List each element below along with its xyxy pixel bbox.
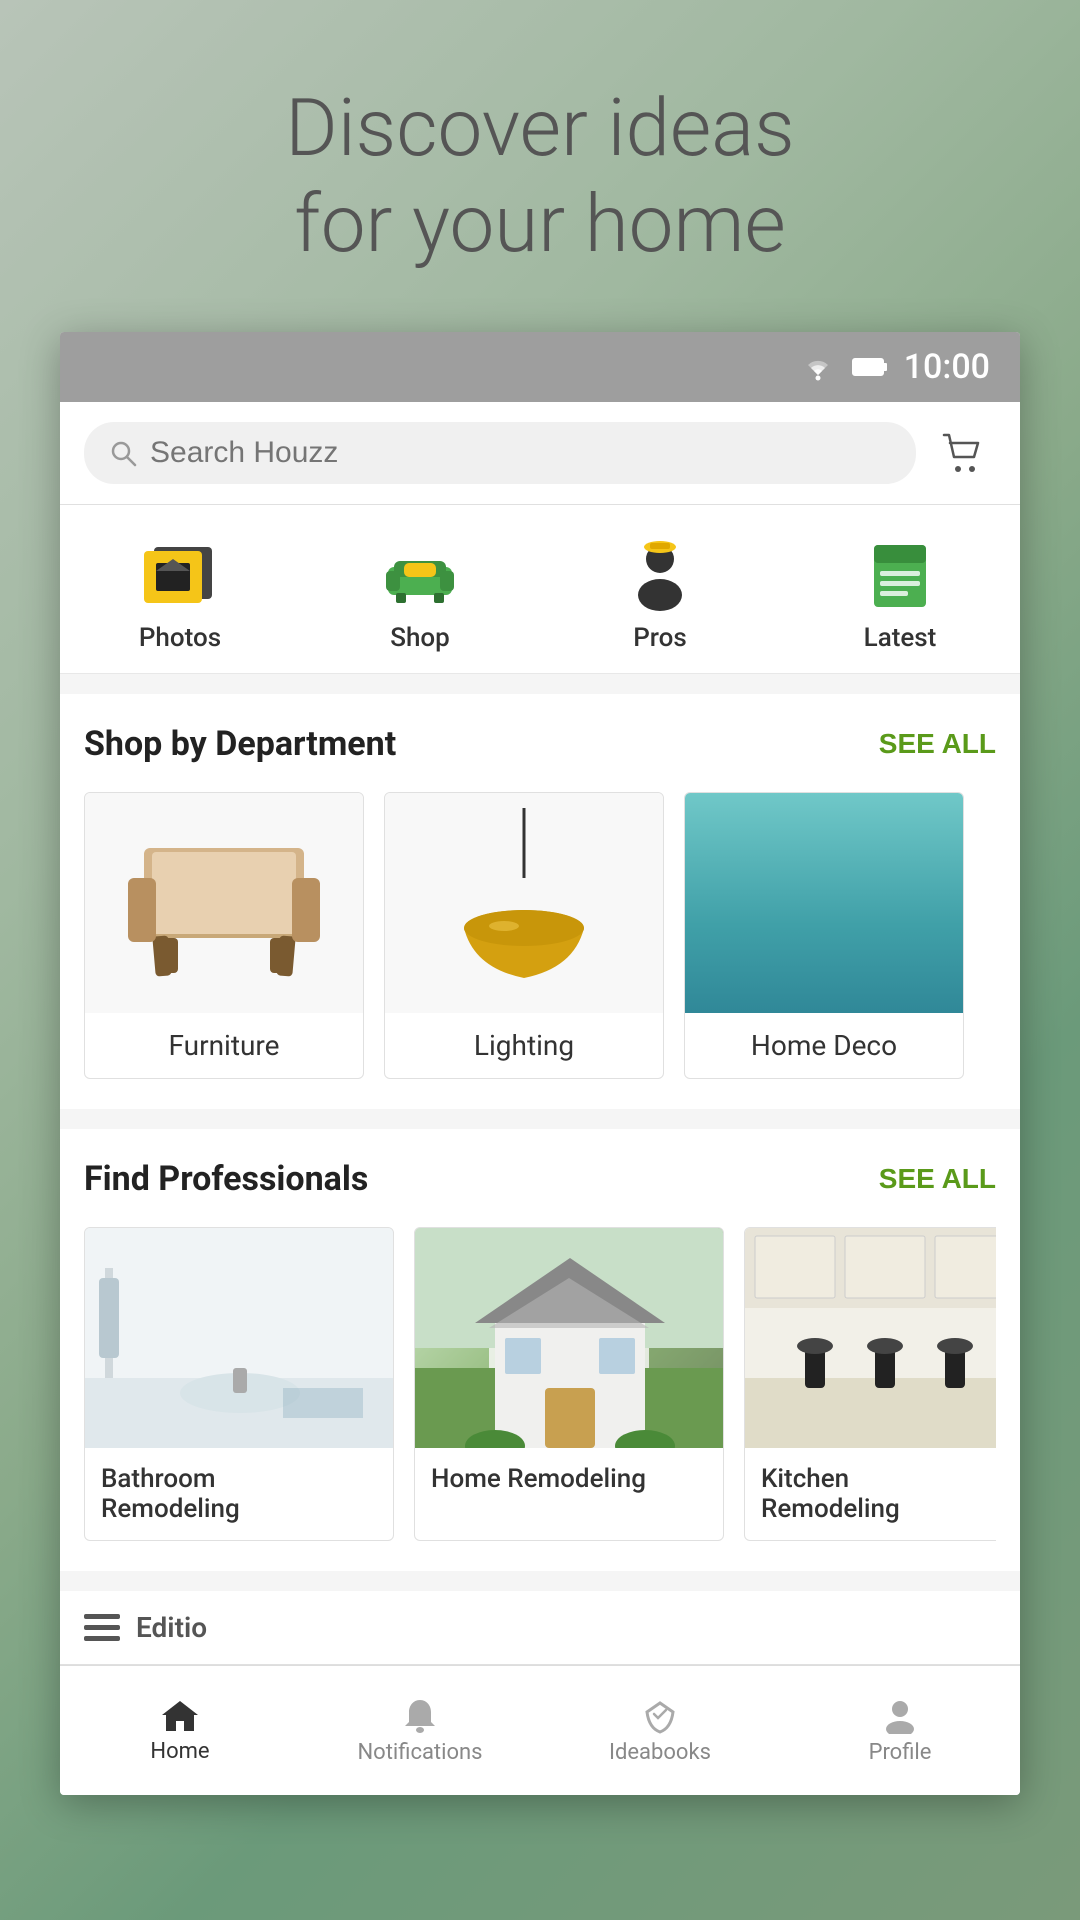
pros-section-title: Find Professionals bbox=[84, 1159, 368, 1199]
shop-label: Shop bbox=[390, 623, 450, 653]
partial-label: Editio bbox=[136, 1611, 207, 1644]
latest-label: Latest bbox=[864, 623, 937, 653]
cart-button[interactable] bbox=[932, 423, 996, 483]
nav-item-photos[interactable]: Photos bbox=[60, 525, 300, 663]
lighting-card[interactable]: Lighting bbox=[384, 792, 664, 1079]
lighting-image bbox=[385, 793, 663, 1013]
lighting-label: Lighting bbox=[385, 1013, 663, 1078]
pros-icon bbox=[615, 535, 705, 615]
department-cards: Furniture bbox=[84, 792, 996, 1079]
scroll-content: Shop by Department SEE ALL bbox=[60, 674, 1020, 1665]
bathroom-label: Bathroom Remodeling bbox=[85, 1448, 393, 1540]
nav-icons-row: Photos Shop bbox=[60, 505, 1020, 674]
notifications-icon bbox=[401, 1696, 439, 1734]
profile-nav-label: Profile bbox=[869, 1740, 932, 1765]
pros-label: Pros bbox=[633, 623, 687, 653]
home-nav-label: Home bbox=[150, 1739, 209, 1764]
furniture-card[interactable]: Furniture bbox=[84, 792, 364, 1079]
shop-section-title: Shop by Department bbox=[84, 724, 396, 764]
nav-item-pros[interactable]: Pros bbox=[540, 525, 780, 663]
profile-icon bbox=[881, 1696, 919, 1734]
search-input[interactable] bbox=[150, 436, 892, 470]
home-deco-image bbox=[685, 793, 963, 1013]
app-container: 10:00 bbox=[60, 332, 1020, 1795]
home-deco-label: Home Deco bbox=[685, 1013, 963, 1078]
home-remodel-label: Home Remodeling bbox=[415, 1448, 723, 1510]
status-bar: 10:00 bbox=[60, 332, 1020, 402]
pros-section-header: Find Professionals SEE ALL bbox=[84, 1159, 996, 1199]
lines-icon bbox=[84, 1614, 120, 1642]
bottom-nav-profile[interactable]: Profile bbox=[780, 1666, 1020, 1795]
kitchen-label: Kitchen Remodeling bbox=[745, 1448, 996, 1540]
bottom-nav: Home Notifications Ideabooks bbox=[60, 1665, 1020, 1795]
kitchen-photo bbox=[745, 1228, 996, 1448]
bathroom-photo bbox=[85, 1228, 393, 1448]
ideabooks-nav-label: Ideabooks bbox=[609, 1740, 711, 1765]
partial-section: Editio bbox=[60, 1591, 1020, 1665]
shop-section: Shop by Department SEE ALL bbox=[60, 694, 1020, 1109]
home-remodel-photo bbox=[415, 1228, 723, 1448]
photos-icon bbox=[135, 535, 225, 615]
ideabooks-icon bbox=[641, 1696, 679, 1734]
furniture-label: Furniture bbox=[85, 1013, 363, 1078]
nav-item-shop[interactable]: Shop bbox=[300, 525, 540, 663]
shop-icon bbox=[375, 535, 465, 615]
bathroom-card[interactable]: Bathroom Remodeling bbox=[84, 1227, 394, 1541]
photos-label: Photos bbox=[139, 623, 221, 653]
wifi-icon bbox=[800, 353, 836, 381]
search-bar bbox=[60, 402, 1020, 505]
app-content: Photos Shop bbox=[60, 402, 1020, 1665]
home-remodel-card[interactable]: Home Remodeling bbox=[414, 1227, 724, 1541]
bottom-nav-home[interactable]: Home bbox=[60, 1666, 300, 1795]
status-time: 10:00 bbox=[904, 347, 990, 387]
latest-icon bbox=[855, 535, 945, 615]
search-icon bbox=[108, 438, 138, 468]
professional-cards: Bathroom Remodeling bbox=[84, 1227, 996, 1541]
hero-title: Discover ideas for your home bbox=[60, 80, 1020, 272]
pros-section: Find Professionals SEE ALL bbox=[60, 1129, 1020, 1571]
bottom-nav-ideabooks[interactable]: Ideabooks bbox=[540, 1666, 780, 1795]
furniture-image bbox=[85, 793, 363, 1013]
search-input-wrapper[interactable] bbox=[84, 422, 916, 484]
bottom-nav-notifications[interactable]: Notifications bbox=[300, 1666, 540, 1795]
pros-see-all-button[interactable]: SEE ALL bbox=[879, 1163, 996, 1195]
notifications-nav-label: Notifications bbox=[357, 1740, 482, 1765]
battery-icon bbox=[852, 356, 888, 378]
hero-section: Discover ideas for your home bbox=[0, 0, 1080, 332]
nav-item-latest[interactable]: Latest bbox=[780, 525, 1020, 663]
shop-see-all-button[interactable]: SEE ALL bbox=[879, 728, 996, 760]
home-deco-card[interactable]: Home Deco bbox=[684, 792, 964, 1079]
kitchen-card[interactable]: Kitchen Remodeling bbox=[744, 1227, 996, 1541]
shop-section-header: Shop by Department SEE ALL bbox=[84, 724, 996, 764]
home-icon bbox=[160, 1697, 200, 1733]
